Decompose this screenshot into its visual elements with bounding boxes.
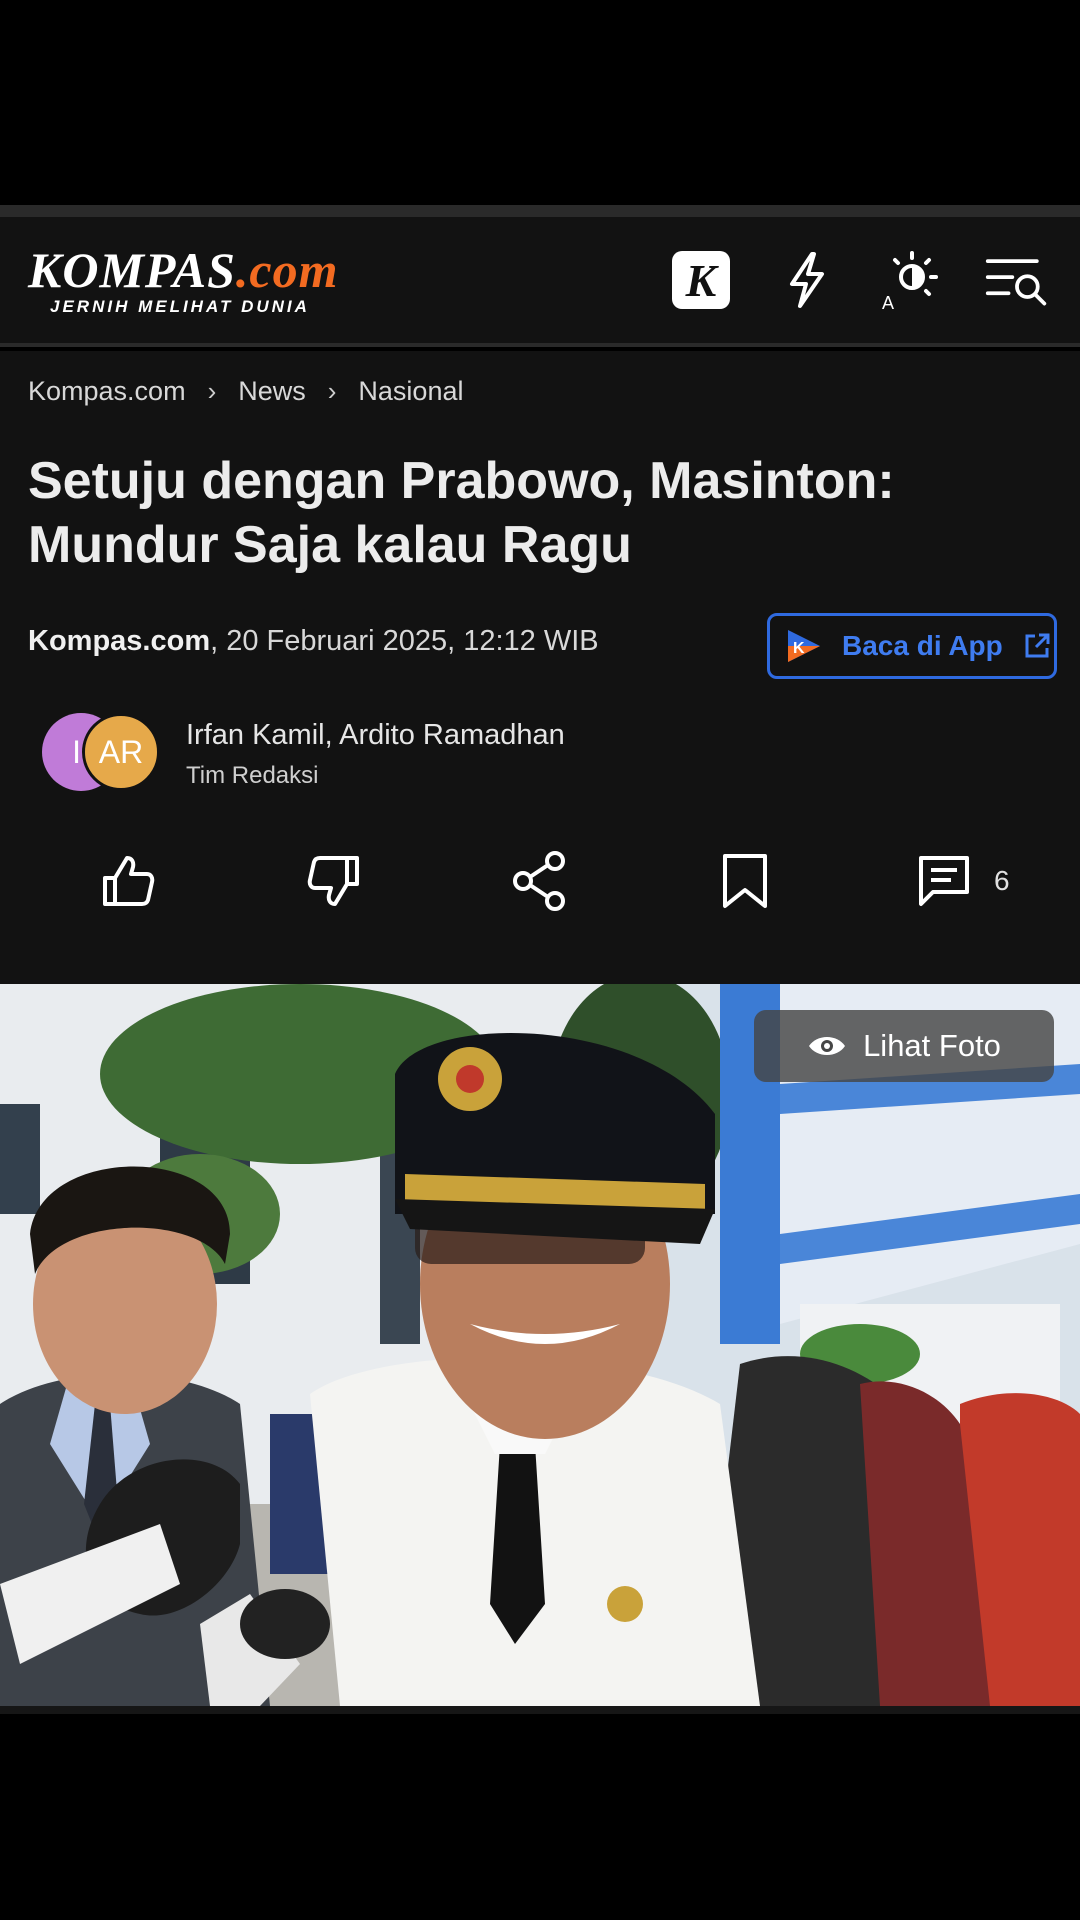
like-icon[interactable] [96, 849, 160, 913]
kompas-app-icon: K [788, 630, 820, 662]
action-bar: 6 [0, 841, 1080, 921]
author-names[interactable]: Irfan Kamil, Ardito Ramadhan [186, 719, 565, 752]
author-info: Irfan Kamil, Ardito Ramadhan Tim Redaksi [186, 719, 565, 790]
svg-text:K: K [793, 640, 805, 657]
article-header: Kompas.com › News › Nasional Setuju deng… [0, 351, 1080, 984]
divider [0, 1706, 1080, 1714]
logo-suffix: .com [235, 242, 339, 298]
breadcrumb-item-news[interactable]: News [238, 376, 306, 407]
author-role: Tim Redaksi [186, 762, 319, 789]
bookmark-icon[interactable] [713, 849, 777, 913]
view-photo-label: Lihat Foto [863, 1028, 1001, 1063]
breadcrumb-item-nasional[interactable]: Nasional [358, 376, 463, 407]
bolt-icon[interactable] [774, 247, 840, 313]
dislike-icon[interactable] [302, 849, 366, 913]
eye-icon [809, 1037, 846, 1055]
breadcrumb: Kompas.com › News › Nasional [28, 376, 463, 407]
read-in-app-label: Baca di App [842, 630, 1003, 661]
site-header: KOMPAS.com JERNIH MELIHAT DUNIA K A [0, 217, 1080, 347]
article-meta: Kompas.com, 20 Februari 2025, 12:12 WIB [28, 625, 599, 658]
breadcrumb-separator: › [327, 376, 337, 406]
kompas-k-icon[interactable]: K [668, 247, 734, 313]
menu-search-icon[interactable] [984, 247, 1050, 313]
divider [0, 205, 1080, 217]
kompas-logo[interactable]: KOMPAS.com JERNIH MELIHAT DUNIA [28, 245, 339, 317]
author-avatars[interactable]: II AR [42, 713, 162, 793]
status-area [0, 0, 1080, 205]
share-icon[interactable] [508, 849, 572, 913]
external-link-icon [1025, 633, 1050, 658]
article-title: Setuju dengan Prabowo, Masinton: Mundur … [28, 452, 895, 574]
photo-image [0, 984, 1080, 1706]
logo-main-text: KOMPAS [28, 242, 236, 298]
article-date: , 20 Februari 2025, 12:12 WIB [210, 625, 599, 657]
read-in-app-button[interactable]: K Baca di App [767, 613, 1057, 679]
breadcrumb-item-kompas[interactable]: Kompas.com [28, 376, 186, 407]
article-photo[interactable]: Lihat Foto [0, 984, 1080, 1706]
logo-tagline: JERNIH MELIHAT DUNIA [50, 297, 310, 316]
breadcrumb-separator: › [207, 376, 217, 406]
theme-toggle-icon[interactable]: A [878, 247, 944, 313]
bottom-area [0, 1706, 1080, 1920]
article-source[interactable]: Kompas.com [28, 625, 210, 657]
comment-icon[interactable] [912, 849, 976, 913]
view-photo-button[interactable]: Lihat Foto [754, 1010, 1054, 1082]
svg-text:A: A [882, 293, 894, 311]
avatar: AR [82, 713, 160, 791]
comment-count: 6 [994, 865, 1010, 896]
